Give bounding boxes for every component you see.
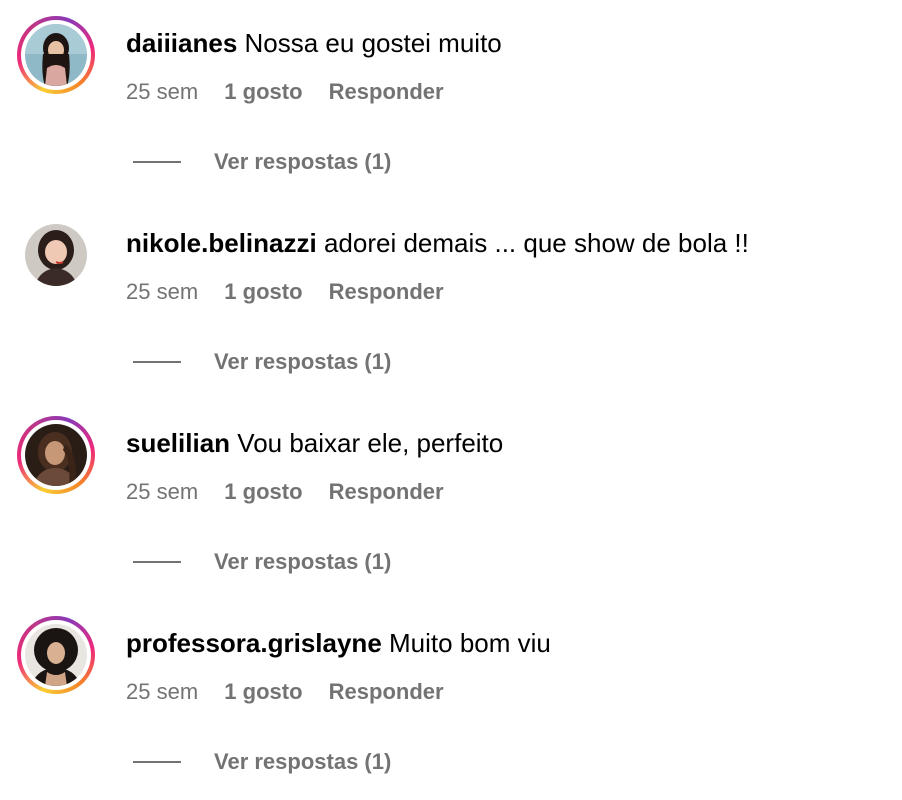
comment-text: Nossa eu gostei muito bbox=[244, 28, 502, 58]
replies-divider bbox=[133, 561, 181, 563]
comment-text: adorei demais ... que show de bola !! bbox=[323, 228, 749, 258]
comment-text: Muito bom viu bbox=[389, 628, 551, 658]
comments-list: daiiianes Nossa eu gostei muito 25 sem 1… bbox=[0, 0, 902, 800]
comment-meta: 25 sem 1 gosto Responder bbox=[126, 78, 464, 106]
view-replies-row[interactable]: Ver respostas (1) bbox=[133, 348, 391, 376]
avatar-photo-icon bbox=[25, 24, 87, 86]
view-replies-button[interactable]: Ver respostas (1) bbox=[214, 149, 391, 175]
avatar-photo-icon bbox=[25, 624, 87, 686]
reply-button[interactable]: Responder bbox=[329, 79, 444, 104]
view-replies-row[interactable]: Ver respostas (1) bbox=[133, 548, 391, 576]
comment-line: daiiianes Nossa eu gostei muito bbox=[126, 28, 502, 58]
view-replies-row[interactable]: Ver respostas (1) bbox=[133, 148, 391, 176]
avatar[interactable] bbox=[25, 424, 87, 486]
comment-username[interactable]: professora.grislayne bbox=[126, 628, 382, 658]
comment-likes-link[interactable]: 1 gosto bbox=[224, 79, 302, 104]
reply-button[interactable]: Responder bbox=[329, 479, 444, 504]
avatar-wrapper[interactable] bbox=[17, 216, 95, 294]
replies-divider bbox=[133, 161, 181, 163]
comment-age: 25 sem bbox=[126, 79, 199, 104]
comment-line: professora.grislayne Muito bom viu bbox=[126, 628, 551, 658]
comment-username[interactable]: nikole.belinazzi bbox=[126, 228, 317, 258]
comment-username[interactable]: suelilian bbox=[126, 428, 230, 458]
comment-meta: 25 sem 1 gosto Responder bbox=[126, 478, 464, 506]
comment-age: 25 sem bbox=[126, 679, 199, 704]
comment-likes-link[interactable]: 1 gosto bbox=[224, 279, 302, 304]
view-replies-button[interactable]: Ver respostas (1) bbox=[214, 549, 391, 575]
view-replies-button[interactable]: Ver respostas (1) bbox=[214, 749, 391, 775]
comment-likes-link[interactable]: 1 gosto bbox=[224, 479, 302, 504]
replies-divider bbox=[133, 761, 181, 763]
comment-item: daiiianes Nossa eu gostei muito 25 sem 1… bbox=[0, 0, 902, 200]
comment-item: professora.grislayne Muito bom viu 25 se… bbox=[0, 600, 902, 800]
comment-meta: 25 sem 1 gosto Responder bbox=[126, 678, 464, 706]
replies-divider bbox=[133, 361, 181, 363]
comment-meta: 25 sem 1 gosto Responder bbox=[126, 278, 464, 306]
view-replies-button[interactable]: Ver respostas (1) bbox=[214, 349, 391, 375]
comment-username[interactable]: daiiianes bbox=[126, 28, 237, 58]
avatar-story-ring[interactable] bbox=[17, 16, 95, 94]
avatar-photo-icon bbox=[25, 224, 87, 286]
comment-age: 25 sem bbox=[126, 479, 199, 504]
reply-button[interactable]: Responder bbox=[329, 679, 444, 704]
comment-text: Vou baixar ele, perfeito bbox=[237, 428, 504, 458]
comment-likes-link[interactable]: 1 gosto bbox=[224, 679, 302, 704]
avatar-story-ring[interactable] bbox=[17, 416, 95, 494]
comment-line: nikole.belinazzi adorei demais ... que s… bbox=[126, 228, 749, 258]
avatar[interactable] bbox=[25, 24, 87, 86]
comment-item: suelilian Vou baixar ele, perfeito 25 se… bbox=[0, 400, 902, 600]
avatar[interactable] bbox=[25, 224, 87, 286]
comment-age: 25 sem bbox=[126, 279, 199, 304]
reply-button[interactable]: Responder bbox=[329, 279, 444, 304]
comment-item: nikole.belinazzi adorei demais ... que s… bbox=[0, 200, 902, 400]
avatar[interactable] bbox=[25, 624, 87, 686]
avatar-story-ring[interactable] bbox=[17, 616, 95, 694]
view-replies-row[interactable]: Ver respostas (1) bbox=[133, 748, 391, 776]
avatar-photo-icon bbox=[25, 424, 87, 486]
comment-line: suelilian Vou baixar ele, perfeito bbox=[126, 428, 503, 458]
